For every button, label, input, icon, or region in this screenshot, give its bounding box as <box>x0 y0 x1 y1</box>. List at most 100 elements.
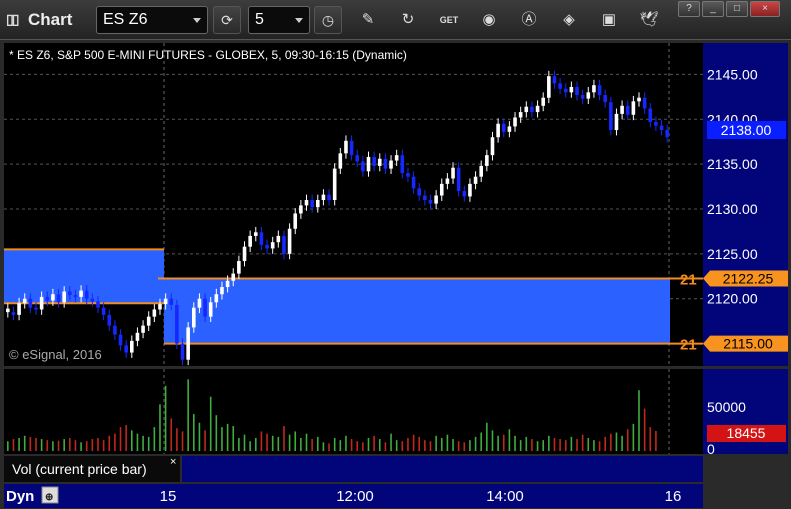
watermark: © eSignal, 2016 <box>9 347 102 362</box>
candle-body <box>406 173 410 177</box>
volume-tick-0: 0 <box>707 441 715 457</box>
candle-body <box>597 85 602 96</box>
candle-body <box>456 167 461 192</box>
time-tick-label: 16 <box>665 488 682 505</box>
candle-body <box>332 168 337 201</box>
candle-body <box>265 244 269 249</box>
candle-body <box>282 235 286 254</box>
candle-body <box>203 298 207 317</box>
candle-body <box>361 161 365 172</box>
candle-body <box>186 327 190 360</box>
price-tick-label: 2130.00 <box>707 201 758 217</box>
candle-body <box>563 88 568 93</box>
candle-body <box>62 291 66 303</box>
candle-body <box>315 200 320 208</box>
candle-body <box>524 106 529 113</box>
a-icon[interactable]: Ⓐ <box>519 10 539 30</box>
level-tag-label: 2115.00 <box>723 336 773 352</box>
close-icon[interactable]: × <box>170 456 176 468</box>
candle-body <box>479 165 484 177</box>
pencil-icon[interactable]: ✎ <box>358 10 378 30</box>
candle-body <box>552 76 557 84</box>
candle-body <box>620 105 624 114</box>
indicator-label[interactable]: Vol (current price bar) <box>12 461 147 477</box>
candle-body <box>372 156 376 166</box>
candle-body <box>152 309 157 317</box>
cycle-icon[interactable]: ↻ <box>398 10 418 30</box>
last-price-label: 2138.00 <box>721 122 772 138</box>
level-stub: 21 <box>680 272 697 289</box>
support-zone-current[interactable] <box>164 278 670 344</box>
candle-body <box>169 298 174 305</box>
candle-body <box>34 307 38 310</box>
candle-body <box>175 304 179 344</box>
play-icon[interactable]: ◉ <box>479 10 499 30</box>
candle-body <box>11 312 16 315</box>
candle-body <box>293 213 298 229</box>
candle-body <box>648 108 653 122</box>
candle-body <box>625 105 630 115</box>
candle-body <box>473 176 478 184</box>
indicator-blank <box>182 456 703 482</box>
twitter-icon[interactable]: 🕊 <box>639 10 659 30</box>
candle-body <box>603 95 607 103</box>
candle-body <box>310 200 314 208</box>
comment-icon[interactable]: ▣ <box>599 10 619 30</box>
candle-body <box>259 232 264 245</box>
help-button[interactable]: ? <box>678 1 700 17</box>
candle-body <box>90 298 95 302</box>
candle-body <box>39 296 44 310</box>
candle-body <box>501 123 506 132</box>
tag-icon[interactable]: ◈ <box>559 10 579 30</box>
chart-app-icon: ▯▯ <box>6 11 19 27</box>
chart-area[interactable]: * ES Z6, S&P 500 E-MINI FUTURES - GLOBEX… <box>0 40 791 509</box>
symbol-combo[interactable]: ES Z6 <box>96 6 208 34</box>
candle-body <box>68 291 72 296</box>
clock-icon[interactable]: ◷ <box>314 6 342 34</box>
candle-body <box>28 298 33 308</box>
candle-body <box>637 97 641 102</box>
candle-body <box>248 235 252 247</box>
candle-body <box>575 86 579 96</box>
chevron-down-icon[interactable] <box>193 18 201 23</box>
candle-body <box>124 345 128 353</box>
candle-body <box>158 304 162 310</box>
chart-toolbar: ▯▯ Chart ES Z6 ⟳ 5 ◷ ✎ ↻ GET ◉ Ⓐ ◈ ▣ 🕊 ?… <box>0 0 791 40</box>
level-stub: 21 <box>680 337 697 354</box>
candle-body <box>146 316 151 326</box>
candle-body <box>118 334 123 346</box>
svg-text:⊕: ⊕ <box>45 492 53 503</box>
candle-body <box>101 307 106 315</box>
candle-body <box>73 295 78 297</box>
candle-body <box>462 191 467 197</box>
candle-body <box>580 95 585 99</box>
close-button[interactable]: × <box>750 1 780 17</box>
interval-value: 5 <box>255 11 264 28</box>
candle-body <box>631 101 636 115</box>
get-icon[interactable]: GET <box>439 10 459 30</box>
candle-body <box>558 83 562 89</box>
chevron-down-icon[interactable] <box>295 18 303 23</box>
candle-body <box>665 130 669 138</box>
candle-body <box>107 314 112 326</box>
candle-body <box>113 325 117 335</box>
price-tick-label: 2135.00 <box>707 156 758 172</box>
candle-body <box>654 121 658 126</box>
candle-body <box>231 273 236 281</box>
candle-body <box>276 235 281 243</box>
candle-body <box>253 232 258 236</box>
refresh-icon[interactable]: ⟳ <box>213 6 241 34</box>
candle-body <box>569 86 574 93</box>
maximize-button[interactable]: □ <box>726 1 748 17</box>
candle-body <box>383 158 388 169</box>
candle-body <box>445 178 450 184</box>
support-zone-previous[interactable] <box>4 249 164 304</box>
candle-body <box>547 76 551 98</box>
interval-combo[interactable]: 5 <box>248 6 310 34</box>
minimize-button[interactable]: _ <box>702 1 724 17</box>
dyn-label[interactable]: Dyn <box>6 488 34 505</box>
candle-body <box>366 156 371 172</box>
time-tick-label: 12:00 <box>336 488 374 505</box>
candle-body <box>327 194 331 201</box>
candle-body <box>586 92 591 99</box>
